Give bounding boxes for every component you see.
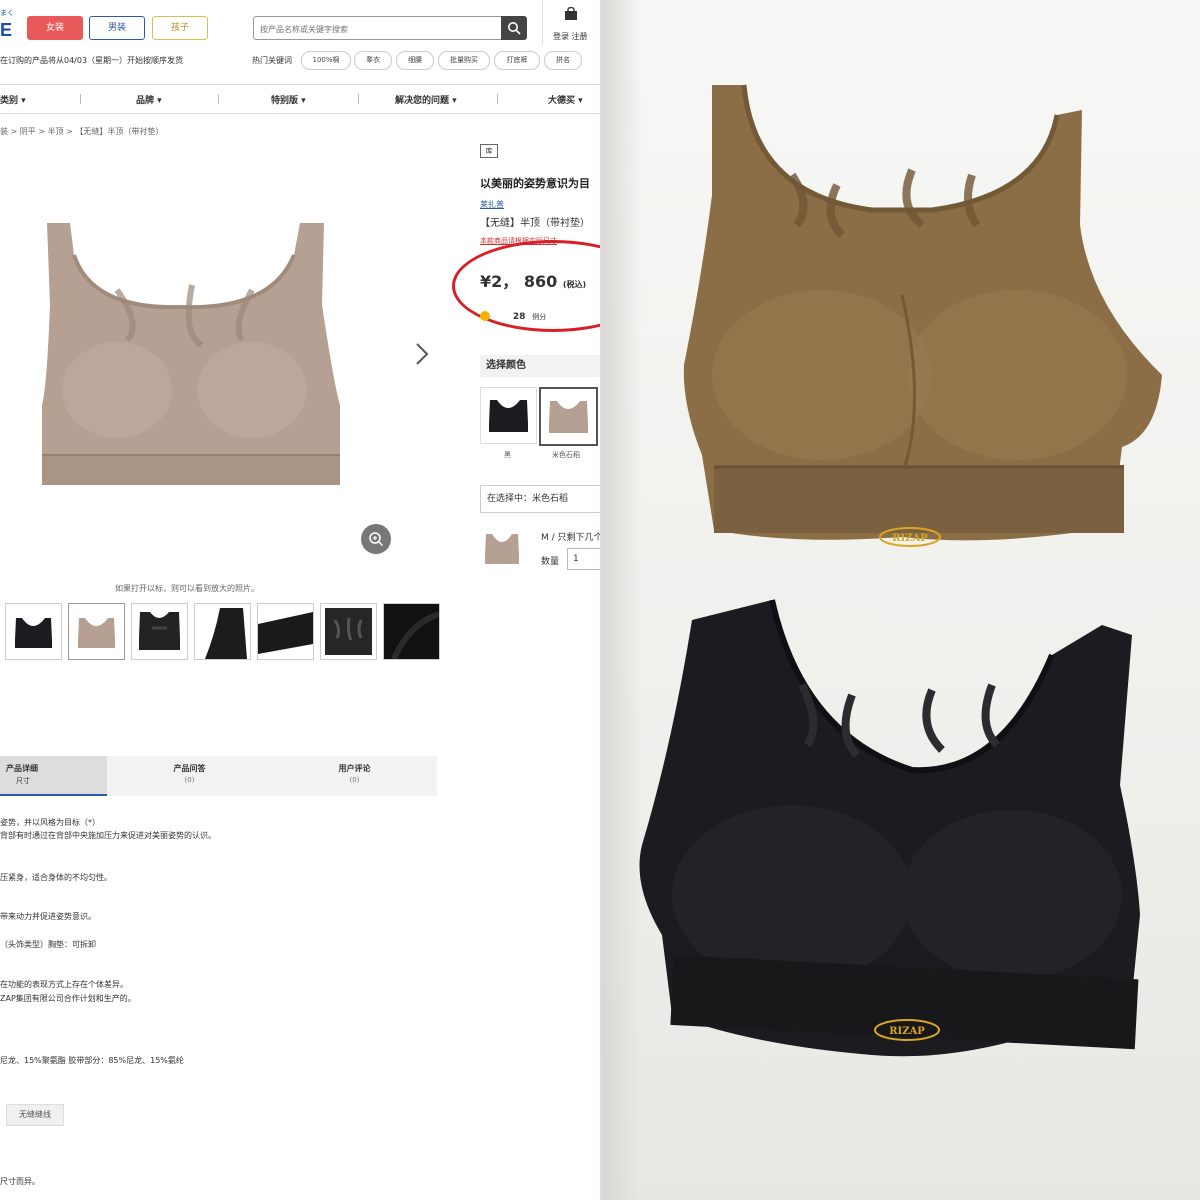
selected-color-field[interactable]: 在选择中：米色石稻 <box>480 485 600 513</box>
hot-keyword-chip[interactable]: 细腰 <box>396 51 434 70</box>
search-icon <box>508 22 521 35</box>
product-photo: RIZAP RIZAP <box>602 0 1200 1200</box>
points-label: 例分 <box>532 312 547 321</box>
cart-item-thumbnail <box>485 534 519 564</box>
points-row: 28 例分 <box>480 311 546 322</box>
thumbnail-back-view[interactable] <box>131 603 188 660</box>
tab-sub: 尺寸 <box>16 777 30 785</box>
tab-qa[interactable]: 产品问答 (0) <box>107 756 272 796</box>
nav-brands[interactable]: 品牌 ▾ <box>136 93 162 106</box>
thumbnail-side-view[interactable] <box>194 603 251 660</box>
description-line: 压紧身，适合身体的不均匀性。 <box>0 873 112 882</box>
hot-keywords-label: 热门关键词 <box>252 56 292 65</box>
brown-sports-bra-photo: RIZAP <box>683 84 1162 547</box>
chevron-right-icon[interactable] <box>414 342 430 366</box>
hot-keyword-chip[interactable]: 打底裤 <box>494 51 540 70</box>
nav-rule <box>0 113 600 114</box>
thumbnail-beige[interactable] <box>68 603 125 660</box>
quantity-label: 数量 <box>541 557 560 567</box>
brand-link[interactable]: 莱扎普 <box>480 199 504 210</box>
zoom-in-icon <box>369 532 384 547</box>
main-product-image[interactable] <box>22 215 352 505</box>
detail-tabs: 产品详细 尺寸 产品问答 (0) 用户评论 (0) <box>0 756 437 796</box>
product-name: 【无缝】半顶（带衬垫） <box>480 218 590 229</box>
rizap-logo: RIZAP <box>889 1026 925 1037</box>
size-stock: M / 只剩下几个 <box>541 533 600 543</box>
nav-divider <box>80 94 81 104</box>
coin-icon <box>480 311 490 321</box>
description-line: 在功能的表现方式上存在个体差异。 <box>0 980 128 989</box>
zoom-hint: 如果打开以标，则可以看到放大的照片。 <box>115 584 259 593</box>
search-box <box>253 16 503 40</box>
description-line: 尺寸而异。 <box>0 1177 40 1186</box>
hot-keyword-chip[interactable]: 批量购买 <box>438 51 490 70</box>
description-line: （头饰类型）胸垫：可拆卸 <box>0 940 96 949</box>
hot-keyword-chip[interactable]: 100%棉 <box>301 51 351 70</box>
tab-label: 产品问答 <box>173 764 206 773</box>
seamless-tag: 无缝缝线 <box>6 1104 64 1126</box>
thumbnail-fabric[interactable] <box>383 603 441 661</box>
product-page-screenshot: まく E 女装 男装 孩子 在订购的产品将从04/03（星期一）开始按顺序发货 … <box>0 0 600 1200</box>
quantity-field[interactable]: 1 <box>567 548 600 570</box>
color-swatch-beige[interactable] <box>539 387 598 446</box>
hot-keyword-chip[interactable]: 拼名 <box>544 51 582 70</box>
header-divider <box>542 0 543 45</box>
breadcrumb: 装 > 阴平 > 半顶 > 【无缝】半顶（带衬垫） <box>0 127 164 136</box>
tab-reviews[interactable]: 用户评论 (0) <box>272 756 437 796</box>
nav-divider <box>358 94 359 104</box>
nav-divider <box>218 94 219 104</box>
tab-label: 产品详细 <box>6 764 38 773</box>
women-button[interactable]: 女装 <box>27 16 83 40</box>
description-line: 尼龙、15%聚氨酯 胶带部分：85%尼龙、15%氨纶 <box>0 1056 184 1065</box>
zoom-button[interactable] <box>361 524 391 554</box>
thumbnail-band-detail[interactable] <box>257 603 314 660</box>
cart-bag-icon[interactable] <box>564 6 578 25</box>
logo-subtext: まく <box>0 9 14 17</box>
color-swatch-black[interactable] <box>480 387 537 444</box>
search-input[interactable] <box>254 19 496 40</box>
nav-bulk-buy[interactable]: 大德买 ▾ <box>548 93 583 106</box>
nav-special[interactable]: 特别版 ▾ <box>271 93 306 106</box>
login-register-link[interactable]: 登录 注册 <box>553 31 588 42</box>
black-sports-bra-photo: RIZAP <box>639 599 1140 1057</box>
tab-sub: (0) <box>349 776 360 784</box>
color-section-title: 选择颜色 <box>480 355 600 377</box>
rizap-logo: RIZAP <box>892 533 928 544</box>
color-label-black: 黑 <box>504 451 511 459</box>
thumbnail-black[interactable] <box>5 603 62 660</box>
description-line: 姿势，并以风格为目标（*） <box>0 818 100 827</box>
tab-label: 用户评论 <box>338 764 371 773</box>
nav-categories[interactable]: 类别 ▾ <box>0 93 26 106</box>
thumbnail-pad-detail[interactable] <box>320 603 377 660</box>
nav-solve-problems[interactable]: 解决您的问题 ▾ <box>395 93 457 106</box>
site-logo[interactable]: E <box>0 20 12 41</box>
men-button[interactable]: 男装 <box>89 16 145 40</box>
hot-keyword-chip[interactable]: 睾衣 <box>354 51 392 70</box>
description-line: 带来动力并促进姿势意识。 <box>0 912 96 921</box>
nav-divider <box>497 94 498 104</box>
kids-button[interactable]: 孩子 <box>152 16 208 40</box>
tab-product-details[interactable]: 产品详细 尺寸 <box>0 756 107 796</box>
color-label-beige: 米色石稻 <box>552 451 580 459</box>
search-button[interactable] <box>501 16 527 40</box>
product-headline: 以美丽的姿势意识为目 <box>480 177 590 190</box>
points-value: 28 <box>512 311 526 322</box>
shipping-notice: 在订购的产品将从04/03（星期一）开始按顺序发货 <box>0 56 184 65</box>
description-line: 背部有时通过在背部中央施加压力来促进对美丽姿势的认识。 <box>0 831 216 840</box>
description-line: ZAP集团有限公司合作计划和生产的。 <box>0 994 136 1003</box>
header-rule <box>0 84 600 85</box>
stock-badge: 库 <box>480 144 498 158</box>
tab-sub: (0) <box>184 776 195 784</box>
